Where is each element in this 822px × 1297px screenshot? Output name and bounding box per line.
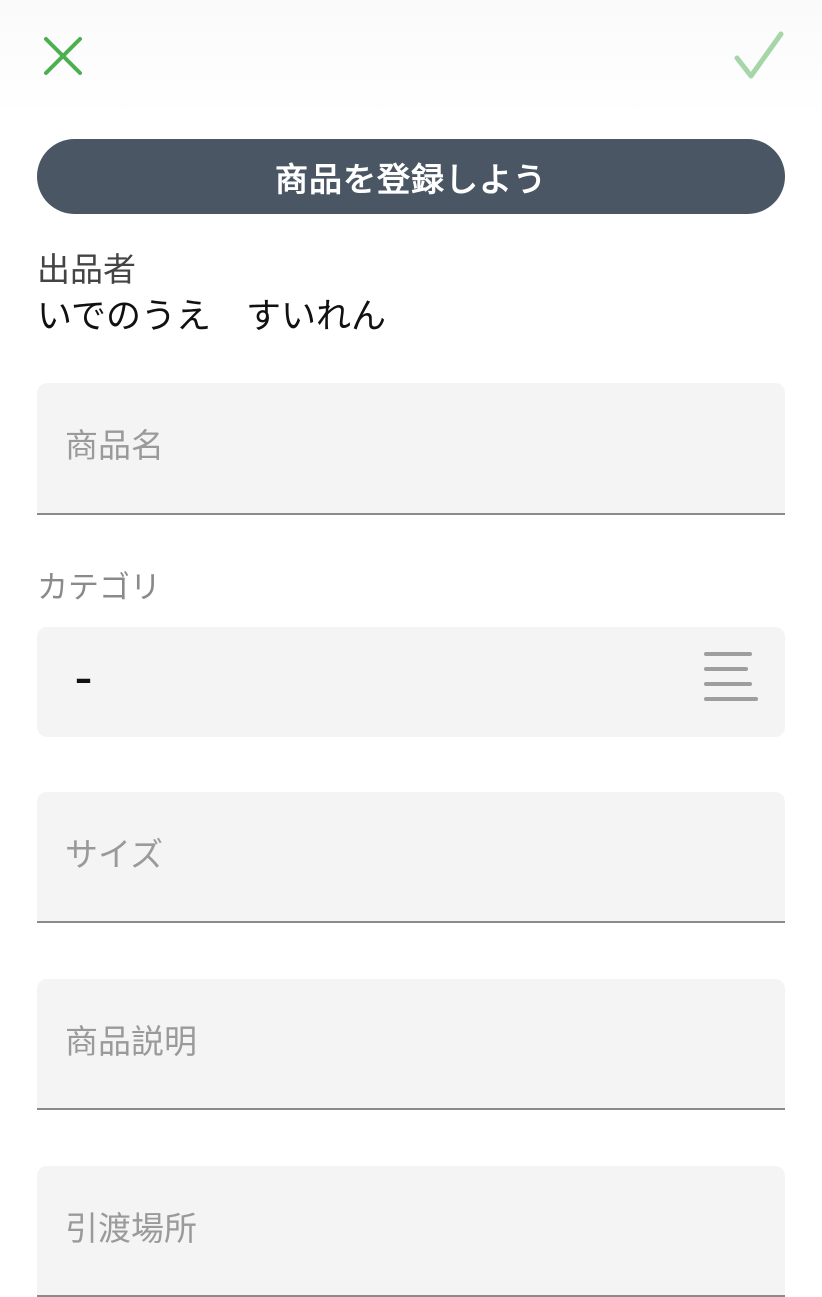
close-button[interactable]: [33, 26, 93, 86]
size-input[interactable]: サイズ: [37, 792, 785, 923]
checkmark-icon: [734, 31, 784, 79]
page-title-banner: 商品を登録しよう: [37, 139, 785, 214]
seller-label: 出品者: [37, 250, 136, 289]
product-name-input[interactable]: 商品名: [37, 383, 785, 515]
page-title: 商品を登録しよう: [275, 159, 547, 199]
category-value: –: [75, 659, 92, 699]
size-placeholder: サイズ: [65, 835, 164, 874]
handover-location-input[interactable]: 引渡場所: [37, 1166, 785, 1297]
seller-name: いでのうえ すいれん: [37, 297, 386, 337]
description-input[interactable]: 商品説明: [37, 979, 785, 1110]
product-name-placeholder: 商品名: [65, 426, 164, 465]
close-icon: [44, 37, 82, 75]
confirm-button[interactable]: [729, 26, 789, 86]
handover-location-placeholder: 引渡場所: [65, 1209, 197, 1248]
menu-icon: [702, 649, 758, 705]
description-placeholder: 商品説明: [65, 1022, 197, 1061]
top-bar: [0, 0, 822, 118]
category-label: カテゴリ: [37, 570, 161, 606]
category-select[interactable]: –: [37, 627, 785, 737]
